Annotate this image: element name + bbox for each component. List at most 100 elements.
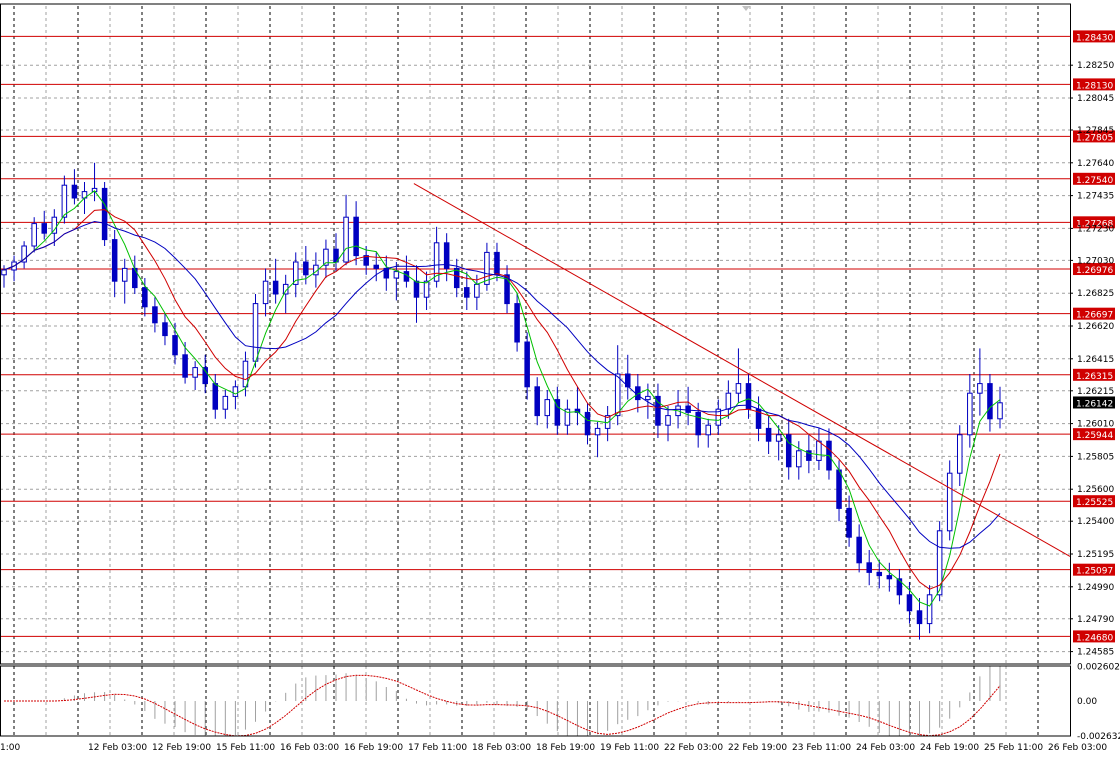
candle-body [51, 216, 58, 234]
candle-body [272, 280, 279, 295]
candle-body [705, 424, 712, 436]
level-tag-label: 1.28430 [1076, 33, 1113, 43]
candle-body [252, 303, 259, 362]
level-tag-label: 1.26697 [1076, 311, 1113, 321]
candle-body [303, 261, 309, 276]
candle-body [172, 335, 178, 356]
oscillator-tick-label: 0.002602 [1077, 663, 1120, 673]
candle-body [494, 251, 500, 276]
candle-body [685, 405, 691, 413]
candle-body [725, 392, 732, 410]
price-tick-label: 1.24585 [1077, 648, 1114, 658]
price-tick-label: 1.24790 [1077, 615, 1114, 625]
candle-body [836, 469, 842, 509]
candle-body [926, 594, 933, 625]
candle-body [534, 386, 540, 417]
level-tag-label: 1.25944 [1076, 431, 1113, 441]
candle-body [987, 383, 993, 420]
candle-body [765, 427, 772, 442]
time-tick-label: 1:00 [0, 743, 20, 753]
candle-body [876, 571, 883, 577]
price-tick-label: 1.27640 [1077, 159, 1114, 169]
level-tag-label: 1.26315 [1076, 372, 1113, 382]
candle-body [202, 367, 208, 385]
candle-body [152, 306, 158, 324]
candle-body [785, 434, 792, 468]
candle-body [977, 383, 983, 394]
candle-body [665, 415, 671, 426]
candle-body [111, 239, 118, 282]
candle-body [373, 264, 380, 269]
candle-body [162, 322, 168, 337]
price-tick-label: 1.26415 [1077, 355, 1114, 365]
candle-body [886, 575, 893, 580]
candle-body [262, 280, 269, 305]
candle-body [423, 280, 430, 298]
price-tick-label: 1.27845 [1077, 126, 1114, 136]
oscillator-tick-label: -0.002632 [1077, 732, 1120, 742]
time-tick-label: 22 Feb 19:00 [728, 743, 787, 753]
time-tick-label: 18 Feb 19:00 [536, 743, 595, 753]
candle-body [71, 184, 78, 199]
price-tick-label: 1.28045 [1077, 94, 1114, 104]
price-tick-label: 1.24990 [1077, 583, 1114, 593]
oscillator-tick-label: 0.00 [1077, 697, 1097, 707]
candle-body [192, 367, 198, 378]
level-tag-label: 1.25097 [1076, 567, 1113, 577]
candle-body [796, 450, 802, 468]
price-tick-label: 1.28250 [1077, 61, 1114, 71]
price-tick-label: 1.26825 [1077, 289, 1114, 299]
trading-chart[interactable]: 1.284301.281301.278051.275401.272681.269… [0, 0, 1120, 758]
candle-body [695, 411, 701, 436]
candle-body [464, 287, 470, 298]
candle-body [594, 427, 601, 436]
price-tick-label: 1.27230 [1077, 224, 1114, 234]
candle-body [121, 267, 128, 282]
candle-body [222, 395, 229, 410]
candle-body [182, 354, 188, 378]
candle-body [343, 216, 349, 263]
candle-body [61, 184, 68, 218]
price-tick-label: 1.26215 [1077, 387, 1114, 397]
candle-body [232, 386, 239, 397]
candle-body [906, 594, 913, 612]
time-tick-label: 15 Feb 11:00 [216, 743, 275, 753]
candle-body [866, 562, 872, 573]
candle-body [142, 287, 148, 308]
candle-body [101, 187, 108, 241]
price-tick-label: 1.25600 [1077, 485, 1114, 495]
time-tick-label: 23 Feb 11:00 [792, 743, 851, 753]
candle-body [474, 283, 480, 298]
candle-body [967, 392, 973, 436]
level-tag-label: 1.28130 [1076, 81, 1113, 91]
time-axis: 1:00 12 Feb 03:00 12 Feb 19:00 15 Feb 11:00… [0, 743, 1107, 753]
time-tick-label: 18 Feb 03:00 [472, 743, 531, 753]
candle-body [846, 507, 852, 538]
candle-body [524, 341, 530, 388]
candle-body [393, 271, 400, 279]
time-tick-label: 22 Feb 03:00 [664, 743, 723, 753]
price-tick-label: 1.27435 [1077, 192, 1114, 202]
level-tag-label: 1.27540 [1076, 176, 1113, 186]
candle-body [31, 223, 37, 247]
time-tick-label: 26 Feb 03:00 [1048, 743, 1107, 753]
candle-body [997, 402, 1003, 420]
time-tick-label: 12 Feb 03:00 [88, 743, 147, 753]
price-tick-label: 1.25805 [1077, 452, 1114, 462]
candle-body [896, 578, 903, 596]
time-tick-label: 24 Feb 03:00 [856, 743, 915, 753]
price-tick-label: 1.27030 [1077, 256, 1114, 266]
level-tag-label: 1.26976 [1076, 266, 1113, 276]
chart-background [0, 0, 1120, 758]
time-tick-label: 24 Feb 19:00 [920, 743, 979, 753]
time-tick-label: 17 Feb 11:00 [408, 743, 467, 753]
level-tag-label: 1.25525 [1076, 498, 1113, 508]
candle-body [413, 280, 420, 298]
price-tick-label: 1.25195 [1077, 550, 1114, 560]
level-tag-label: 1.24680 [1076, 633, 1113, 643]
candle-body [544, 399, 551, 417]
candle-body [453, 267, 460, 289]
candle-body [816, 440, 822, 461]
candle-body [735, 383, 742, 394]
candle-body [614, 373, 621, 417]
